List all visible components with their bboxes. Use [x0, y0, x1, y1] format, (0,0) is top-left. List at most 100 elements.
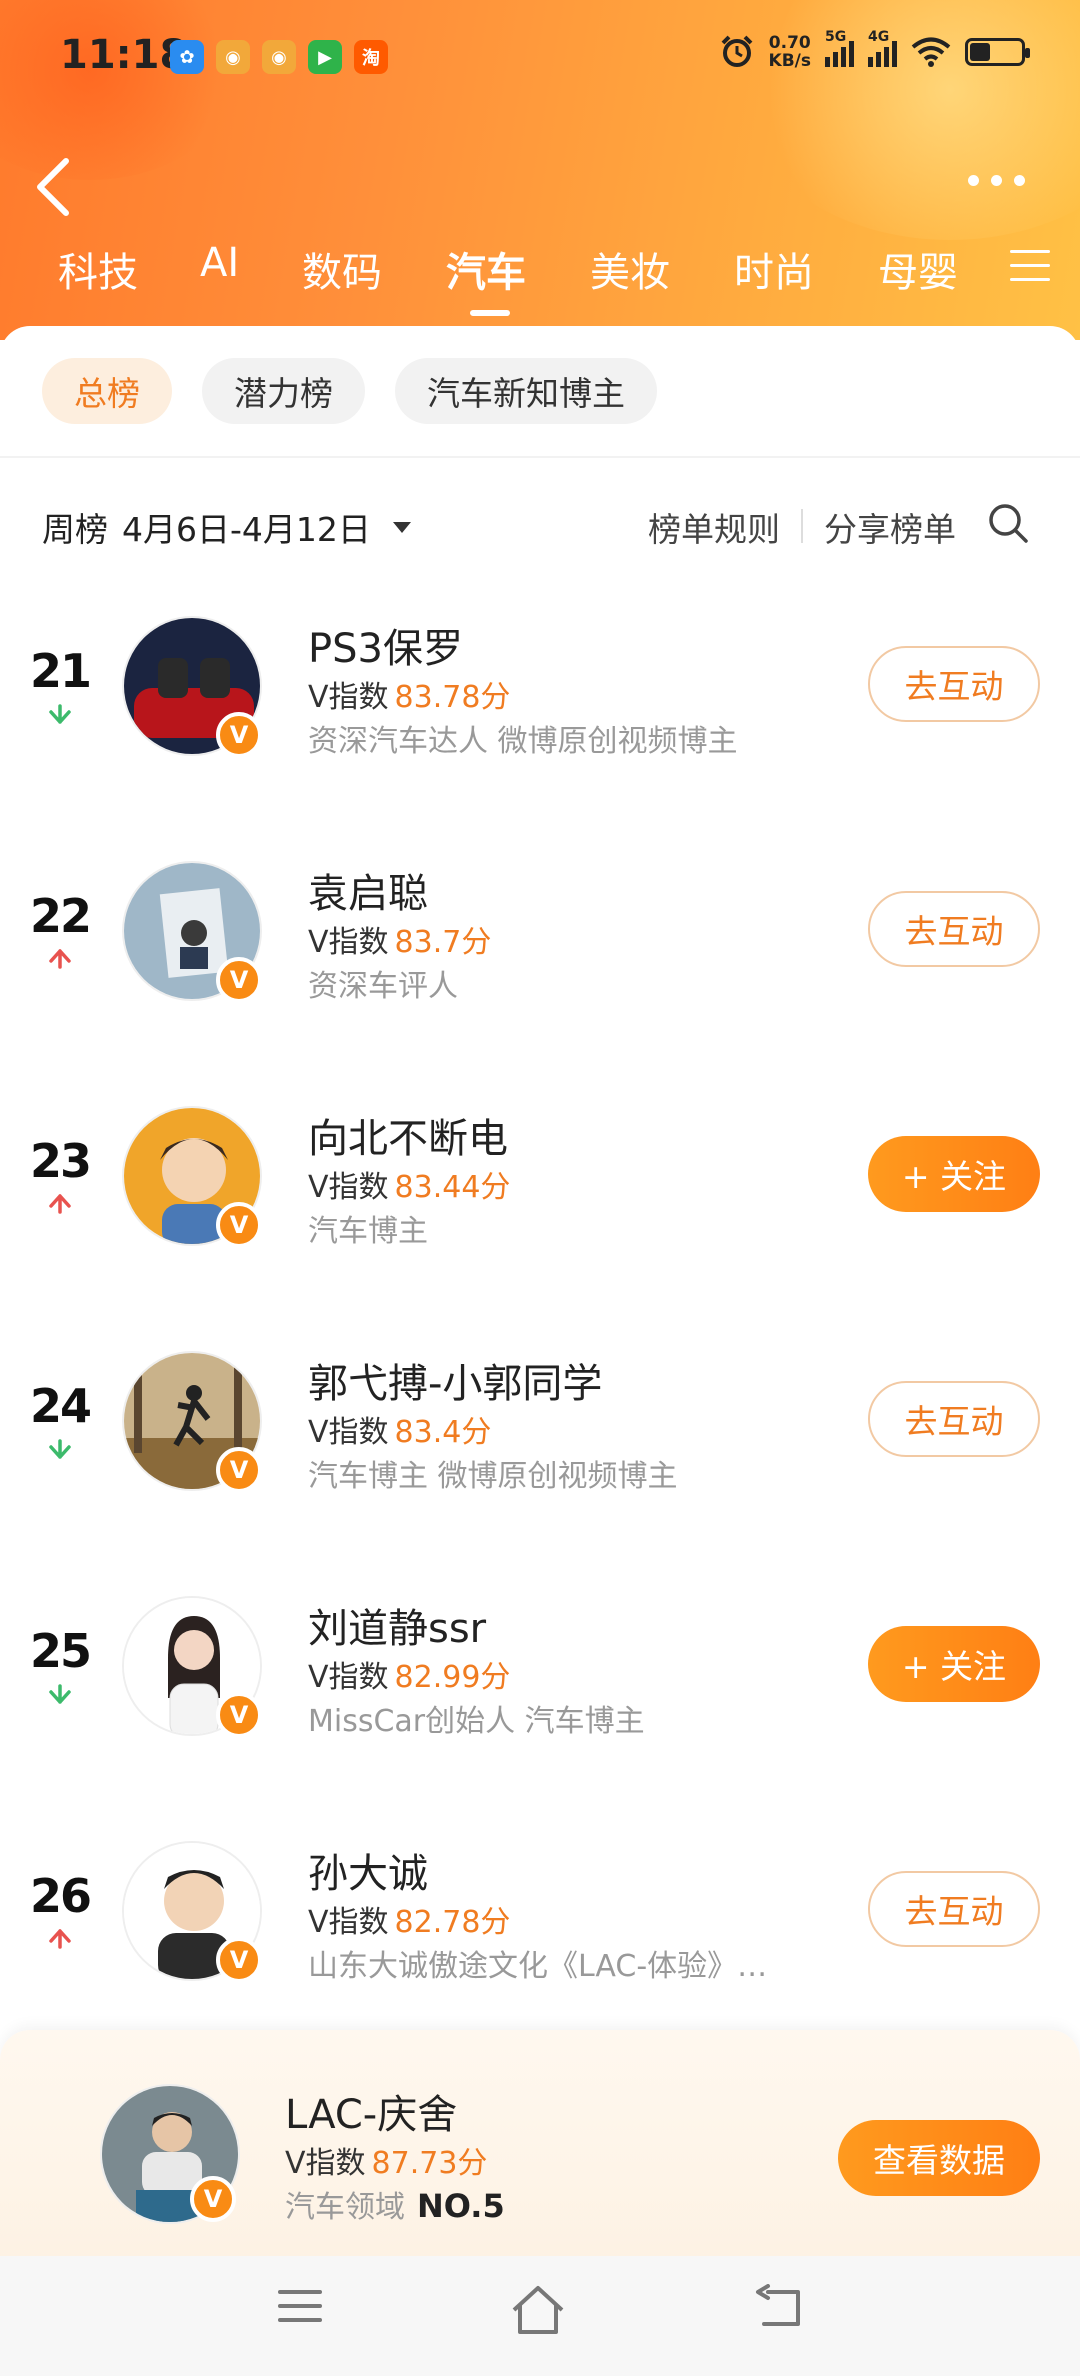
tab-auto[interactable]: 汽车: [446, 240, 526, 298]
blogger-desc: 资深车评人: [308, 969, 458, 1004]
rank-number: 26: [29, 1869, 92, 1923]
tab-fashion[interactable]: 时尚: [734, 240, 814, 298]
back-arrow-icon[interactable]: [30, 155, 78, 219]
weibo-icon-2: ◉: [262, 40, 296, 74]
v-index-label: V指数: [308, 1170, 389, 1205]
chip-new-knowledge[interactable]: 汽车新知博主: [395, 358, 657, 424]
home-icon[interactable]: [508, 2284, 568, 2336]
list-item[interactable]: 23 V 向北不断电 V指数 83.44分 汽车博主 + 关注: [0, 1066, 1080, 1266]
tab-digital[interactable]: 数码: [302, 240, 382, 298]
rank-number: 23: [29, 1134, 92, 1188]
category-tabs: 科技 AI 数码 汽车 美妆 时尚 母婴: [0, 240, 1080, 320]
trend-down-icon: [49, 704, 71, 724]
blogger-name[interactable]: PS3保罗: [308, 616, 463, 674]
domain-rank: NO.5: [417, 2187, 505, 2225]
v-index-value: 83.4分: [394, 1415, 492, 1450]
v-index-value: 83.78分: [394, 680, 511, 715]
my-ranking-card: V LAC-庆舍 V指数 87.73分 汽车领域 NO.5 查看数据: [0, 2030, 1080, 2256]
my-name[interactable]: LAC-庆舍: [285, 2082, 457, 2140]
net-speed-unit: KB/s: [768, 51, 811, 71]
baidu-icon: ✿: [170, 40, 204, 74]
status-time: 11:18: [60, 32, 188, 78]
net-speed: 0.70 KB/s: [769, 34, 811, 70]
blogger-name[interactable]: 向北不断电: [308, 1106, 508, 1164]
period-selector[interactable]: 周榜 4月6日-4月12日: [42, 503, 411, 551]
v-index-label: V指数: [308, 925, 389, 960]
list-item[interactable]: 26 V 孙大诚 V指数 82.78分 山东大诚傲途文化《LAC-体验》… 去互动: [0, 1801, 1080, 2001]
view-data-button[interactable]: 查看数据: [838, 2120, 1040, 2196]
status-right: 0.70 KB/s 5G 4G: [719, 29, 1030, 70]
signal-5g-icon: 5G: [825, 29, 854, 67]
tab-baby[interactable]: 母婴: [878, 240, 958, 298]
separator: [801, 509, 803, 543]
search-icon[interactable]: [986, 501, 1030, 545]
blogger-desc: MissCar创始人 汽车博主: [308, 1704, 645, 1739]
trend-down-icon: [49, 1684, 71, 1704]
recent-apps-icon[interactable]: [276, 2284, 324, 2328]
rank-number: 21: [29, 644, 92, 698]
interact-button[interactable]: 去互动: [868, 1381, 1040, 1457]
rank-number: 25: [29, 1624, 92, 1678]
sim1-label: 5G: [825, 29, 847, 45]
verified-badge-icon: V: [216, 712, 262, 758]
tab-beauty[interactable]: 美妆: [590, 240, 670, 298]
interact-button[interactable]: 去互动: [868, 646, 1040, 722]
chip-overall[interactable]: 总榜: [42, 358, 172, 424]
trend-down-icon: [49, 1439, 71, 1459]
rank-number: 22: [29, 889, 92, 943]
v-index: V指数 83.7分: [308, 917, 491, 961]
follow-button[interactable]: + 关注: [868, 1626, 1040, 1702]
interact-button[interactable]: 去互动: [868, 891, 1040, 967]
v-index-value: 83.7分: [394, 925, 492, 960]
tab-ai[interactable]: AI: [200, 240, 239, 286]
verified-badge-icon: V: [216, 1202, 262, 1248]
list-item[interactable]: 25 V 刘道静ssr V指数 82.99分 MissCar创始人 汽车博主 + …: [0, 1556, 1080, 1756]
v-index: V指数 82.99分: [308, 1652, 510, 1696]
caret-down-icon: [392, 521, 411, 533]
period-range: 4月6日-4月12日: [122, 510, 371, 549]
v-index-label: V指数: [308, 1660, 389, 1695]
share-link[interactable]: 分享榜单: [824, 503, 956, 551]
v-index-value: 82.99分: [394, 1660, 511, 1695]
period-type: 周榜: [42, 510, 108, 549]
tabs-menu-icon[interactable]: [1010, 250, 1050, 286]
tab-tech[interactable]: 科技: [58, 240, 138, 298]
battery-icon: [965, 38, 1030, 66]
back-icon[interactable]: [754, 2284, 804, 2332]
v-index-label: V指数: [308, 1905, 389, 1940]
blogger-name[interactable]: 郭弋搏-小郭同学: [308, 1351, 602, 1409]
blogger-name[interactable]: 刘道静ssr: [308, 1596, 486, 1654]
v-index: V指数 83.4分: [308, 1407, 491, 1451]
sim2-label: 4G: [868, 29, 890, 45]
rules-link[interactable]: 榜单规则: [648, 503, 780, 551]
follow-button[interactable]: + 关注: [868, 1136, 1040, 1212]
verified-badge-icon: V: [216, 957, 262, 1003]
blogger-desc: 山东大诚傲途文化《LAC-体验》…: [308, 1949, 768, 1984]
verified-badge-icon: V: [216, 1447, 262, 1493]
wifi-icon: [911, 37, 951, 67]
v-index-value: 82.78分: [394, 1905, 511, 1940]
v-index: V指数 83.78分: [308, 672, 510, 716]
blogger-name[interactable]: 袁启聪: [308, 861, 428, 919]
list-item[interactable]: 21 V PS3保罗 V指数 83.78分 资深汽车达人 微博原创视频博主 去互动: [0, 576, 1080, 776]
signal-4g-icon: 4G: [868, 29, 897, 67]
verified-badge-icon: V: [216, 1692, 262, 1738]
v-index: V指数 83.44分: [308, 1162, 510, 1206]
rank-number: 24: [29, 1379, 92, 1433]
filter-row: 周榜 4月6日-4月12日 榜单规则 分享榜单: [0, 491, 1080, 561]
chip-potential[interactable]: 潜力榜: [202, 358, 365, 424]
list-item[interactable]: 24 V 郭弋搏-小郭同学 V指数 83.4分 汽车博主 微博原创视频博主 去互动: [0, 1311, 1080, 1511]
net-speed-value: 0.70: [768, 33, 811, 53]
verified-badge-icon: V: [216, 1937, 262, 1983]
v-index: V指数 82.78分: [308, 1897, 510, 1941]
domain-label: 汽车领域: [285, 2190, 405, 2225]
list-item[interactable]: 22 V 袁启聪 V指数 83.7分 资深车评人 去互动: [0, 821, 1080, 1021]
my-v-index: V指数 87.73分: [285, 2138, 487, 2182]
v-index-label: V指数: [308, 1415, 389, 1450]
more-options-icon[interactable]: [968, 175, 1025, 186]
active-tab-indicator: [470, 310, 510, 316]
interact-button[interactable]: 去互动: [868, 1871, 1040, 1947]
divider: [0, 456, 1080, 458]
blogger-name[interactable]: 孙大诚: [308, 1841, 428, 1899]
verified-badge-icon: V: [190, 2176, 236, 2222]
